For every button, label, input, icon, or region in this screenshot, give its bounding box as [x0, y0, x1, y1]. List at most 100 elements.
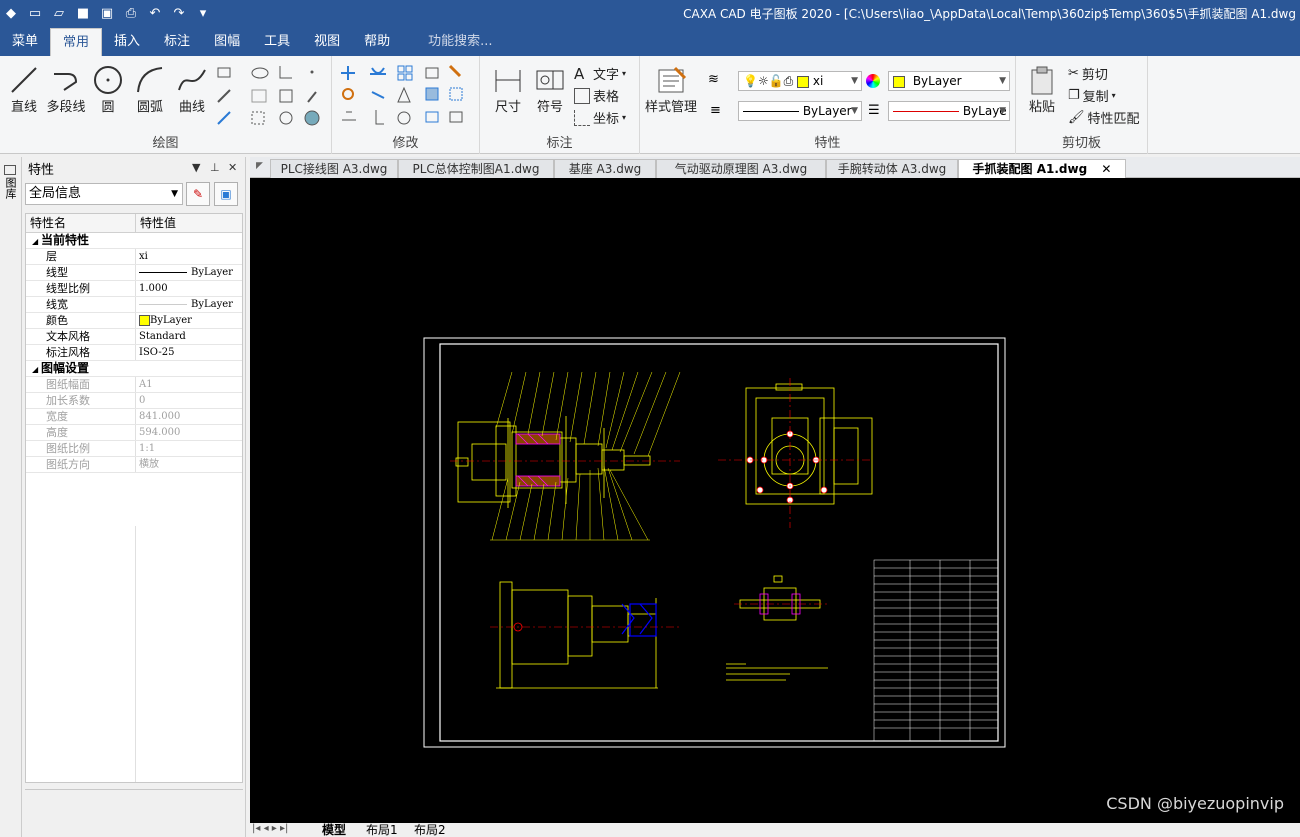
- prop-row[interactable]: 线型 ByLayer: [26, 265, 242, 281]
- tab-insert[interactable]: 插入: [102, 28, 152, 56]
- coordinate-button[interactable]: 坐标 ▾: [574, 108, 626, 127]
- feature-search[interactable]: 功能搜索...: [402, 28, 492, 56]
- properties-panel: 特性 ▼ ⊥ ✕ 全局信息 ▼ ✎ ▣ 特性名 特性值 ◢ 当前特性 层 xi 线…: [22, 157, 246, 837]
- polyline-button[interactable]: 多段线: [44, 64, 88, 115]
- app-icon[interactable]: ◆: [0, 2, 22, 24]
- customize-qat-icon[interactable]: ▾: [192, 2, 214, 24]
- tab-common[interactable]: 常用: [50, 28, 103, 56]
- doc-tab-active[interactable]: 手抓装配图 A1.dwg ✕: [958, 159, 1126, 178]
- sheet-inner-frame: [439, 343, 999, 742]
- arc-icon: [137, 67, 163, 93]
- title-block: [873, 559, 999, 742]
- filter-icon: ▣: [220, 187, 232, 201]
- prop-row: 高度 594.000: [26, 425, 242, 441]
- lineweight-icon[interactable]: ☰: [868, 103, 880, 118]
- new-file-icon[interactable]: ▭: [24, 2, 46, 24]
- line-button[interactable]: 直线: [4, 64, 44, 115]
- layer-manager-icon[interactable]: ≋: [708, 72, 719, 87]
- drawing-canvas[interactable]: CSDN @biyezuopinvip: [250, 178, 1300, 823]
- redo-icon[interactable]: ↷: [168, 2, 190, 24]
- doc-tab[interactable]: PLC接线图 A3.dwg: [270, 159, 398, 178]
- table-button[interactable]: 表格: [574, 86, 619, 105]
- pin-icon[interactable]: ⊥: [210, 161, 220, 174]
- modify-tools-icons[interactable]: [338, 62, 478, 128]
- close-tab-icon[interactable]: ✕: [1101, 162, 1111, 176]
- arc-button[interactable]: 圆弧: [130, 64, 170, 115]
- panel-header: 特性 ▼ ⊥ ✕: [22, 157, 245, 179]
- object-selector[interactable]: 全局信息 ▼: [25, 183, 183, 205]
- col-value-header: 特性值: [140, 216, 177, 230]
- prop-row[interactable]: 层 xi: [26, 249, 242, 265]
- text-icon: A: [574, 64, 585, 83]
- prop-row[interactable]: 线宽 ByLayer: [26, 297, 242, 313]
- quick-select-button[interactable]: ✎: [186, 182, 210, 206]
- prop-row: 图纸幅面 A1: [26, 377, 242, 393]
- save-all-icon[interactable]: ▣: [96, 2, 118, 24]
- match-properties-button[interactable]: 🖌 特性匹配: [1068, 108, 1140, 127]
- tab-model[interactable]: 模型: [322, 823, 346, 837]
- tab-overflow-icon[interactable]: ◤: [256, 161, 263, 171]
- prop-row[interactable]: 颜色 ByLayer: [26, 313, 242, 329]
- undo-icon[interactable]: ↶: [144, 2, 166, 24]
- prop-row[interactable]: 标注风格 ISO-25: [26, 345, 242, 361]
- column-divider: [135, 526, 136, 782]
- table-icon: [574, 87, 590, 104]
- window-title: CAXA CAD 电子图板 2020 - [C:\Users\liao_\App…: [683, 7, 1296, 21]
- doc-tab[interactable]: 气动驱动原理图 A3.dwg: [656, 159, 826, 178]
- save-icon[interactable]: ■: [72, 2, 94, 24]
- prop-row[interactable]: 文本风格 Standard: [26, 329, 242, 345]
- tab-sheet[interactable]: 图幅: [202, 28, 252, 56]
- style-manager-button[interactable]: 样式管理: [644, 64, 698, 115]
- text-button[interactable]: A 文字 ▾: [574, 64, 626, 84]
- doc-tab[interactable]: PLC总体控制图A1.dwg: [398, 159, 554, 178]
- color-wheel-icon[interactable]: [866, 74, 880, 88]
- linetype-combo[interactable]: ByLayer ▼: [738, 101, 862, 121]
- quick-access-toolbar: ◆ ▭ ▱ ■ ▣ ⎙ ↶ ↷ ▾: [0, 2, 214, 24]
- side-view: [718, 378, 873, 528]
- tab-layout2[interactable]: 布局2: [414, 823, 446, 837]
- group-clipboard-label: 剪切板: [1061, 136, 1101, 151]
- tab-nav-arrows[interactable]: |◂ ◂ ▸ ▸|: [252, 823, 288, 834]
- doc-tab[interactable]: 基座 A3.dwg: [554, 159, 656, 178]
- prop-row: 图纸比例 1:1: [26, 441, 242, 457]
- copy-button[interactable]: ❐ 复制 ▾: [1068, 86, 1116, 105]
- circle-button[interactable]: 圆: [88, 64, 128, 115]
- ribbon: 直线 多段线 圆 圆弧 曲线 绘图 修改 尺寸 符号 A 文字 ▾ 表格 坐标 …: [0, 56, 1300, 154]
- tab-tools[interactable]: 工具: [252, 28, 302, 56]
- category-sheet[interactable]: ◢ 图幅设置: [26, 361, 242, 377]
- main-section-view: [450, 371, 681, 541]
- tab-view[interactable]: 视图: [302, 28, 352, 56]
- select-filter-button[interactable]: ▣: [214, 182, 238, 206]
- cut-button[interactable]: ✂ 剪切: [1068, 64, 1108, 83]
- copy-icon: ❐: [1068, 88, 1080, 103]
- tab-menu[interactable]: 菜单: [0, 28, 50, 56]
- prop-row[interactable]: 线型比例 1.000: [26, 281, 242, 297]
- group-modify-label: 修改: [392, 136, 419, 151]
- property-grid: 特性名 特性值 ◢ 当前特性 层 xi 线型 ByLayer 线型比例 1.000 线…: [25, 213, 243, 783]
- symbol-button[interactable]: 符号: [530, 64, 570, 115]
- layer-combo[interactable]: 💡☼🔓⎙ xi ▼: [738, 71, 862, 91]
- tab-help[interactable]: 帮助: [352, 28, 402, 56]
- geometric-tolerance-icon: [536, 70, 564, 90]
- linetype-icon[interactable]: ≡: [710, 103, 721, 118]
- coordinate-icon: [574, 109, 590, 126]
- document-tabs: ◤ PLC接线图 A3.dwg PLC总体控制图A1.dwg 基座 A3.dwg…: [250, 157, 1300, 178]
- close-icon[interactable]: ✕: [228, 161, 237, 174]
- doc-tab[interactable]: 手腕转动体 A3.dwg: [826, 159, 958, 178]
- library-tab[interactable]: 图库: [4, 165, 18, 202]
- color-combo[interactable]: ByLayer ▼: [888, 71, 1010, 91]
- category-current[interactable]: ◢ 当前特性: [26, 233, 242, 249]
- curve-button[interactable]: 曲线: [172, 64, 212, 115]
- panel-menu-icon[interactable]: ▼: [192, 161, 200, 174]
- draw-small-tools-icons[interactable]: [214, 62, 324, 128]
- open-folder-icon[interactable]: ▱: [48, 2, 70, 24]
- group-annotate-label: 标注: [546, 136, 573, 151]
- tab-annotate[interactable]: 标注: [152, 28, 202, 56]
- lineweight-combo[interactable]: ByLaye ▼: [888, 101, 1010, 121]
- tab-layout1[interactable]: 布局1: [366, 823, 398, 837]
- title-bar: ◆ ▭ ▱ ■ ▣ ⎙ ↶ ↷ ▾ CAXA CAD 电子图板 2020 - […: [0, 0, 1300, 28]
- print-icon[interactable]: ⎙: [120, 2, 142, 24]
- dimension-icon: [495, 70, 521, 92]
- paste-button[interactable]: 粘贴: [1022, 64, 1062, 115]
- dimension-button[interactable]: 尺寸: [488, 64, 528, 115]
